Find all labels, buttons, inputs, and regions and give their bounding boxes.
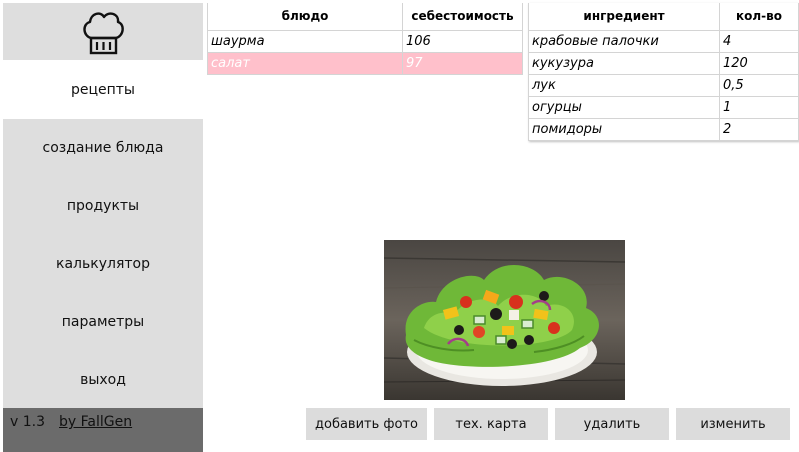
ingredient-qty-cell[interactable]: 0,5 <box>719 73 799 97</box>
nav-calculator[interactable]: калькулятор <box>3 235 203 293</box>
ingredient-qty-cell[interactable]: 2 <box>719 117 799 141</box>
ingredient-qty-cell[interactable]: 1 <box>719 95 799 119</box>
table-row[interactable]: лук 0,5 <box>528 73 799 97</box>
nav-create-dish[interactable]: создание блюда <box>3 119 203 177</box>
sidebar: рецепты создание блюда продукты калькуля… <box>3 3 203 452</box>
ingredient-qty-cell[interactable]: 4 <box>719 29 799 53</box>
nav-settings-label: параметры <box>61 314 145 330</box>
column-header-cost[interactable]: себестоимость <box>402 3 523 31</box>
edit-button[interactable]: изменить <box>676 408 790 440</box>
nav-products[interactable]: продукты <box>3 177 203 235</box>
ingredients-table-header: ингредиент кол-во <box>528 3 799 31</box>
nav-products-label: продукты <box>66 198 140 214</box>
app-window: рецепты создание блюда продукты калькуля… <box>0 0 799 452</box>
column-header-ingredient[interactable]: ингредиент <box>528 3 720 31</box>
column-header-dish[interactable]: блюдо <box>207 3 403 31</box>
delete-button[interactable]: удалить <box>555 408 669 440</box>
table-row[interactable]: помидоры 2 <box>528 117 799 141</box>
dish-name-cell[interactable]: салат <box>207 51 403 75</box>
dish-cost-cell[interactable]: 106 <box>402 29 523 53</box>
nav-exit-label: выход <box>80 372 126 388</box>
table-row[interactable]: крабовые палочки 4 <box>528 29 799 53</box>
nav-calculator-label: калькулятор <box>56 256 150 272</box>
dish-cost-cell[interactable]: 97 <box>402 51 523 75</box>
ingredient-name-cell[interactable]: лук <box>528 73 720 97</box>
ingredient-name-cell[interactable]: помидоры <box>528 117 720 141</box>
tech-card-button[interactable]: тех. карта <box>434 408 548 440</box>
table-row[interactable]: шаурма 106 <box>207 29 523 53</box>
add-photo-button[interactable]: добавить фото <box>306 408 427 440</box>
nav-recipes-label: рецепты <box>70 82 135 98</box>
table-row[interactable]: кукузура 120 <box>528 51 799 75</box>
author-link[interactable]: by FallGen <box>59 414 132 430</box>
dishes-table: блюдо себестоимость шаурма 106 салат 97 <box>207 3 523 75</box>
table-row-selected[interactable]: салат 97 <box>207 51 523 75</box>
ingredient-name-cell[interactable]: огурцы <box>528 95 720 119</box>
dishes-table-header: блюдо себестоимость <box>207 3 523 31</box>
ingredient-name-cell[interactable]: крабовые палочки <box>528 29 720 53</box>
nav-create-dish-label: создание блюда <box>42 140 164 156</box>
column-header-qty[interactable]: кол-во <box>719 3 799 31</box>
dish-photo <box>384 240 625 400</box>
table-row[interactable]: огурцы 1 <box>528 95 799 119</box>
salad-photo <box>384 240 625 400</box>
nav-exit[interactable]: выход <box>3 351 203 409</box>
ingredients-table: ингредиент кол-во крабовые палочки 4 кук… <box>528 3 799 141</box>
sidebar-footer: v 1.3 by FallGen <box>3 408 203 452</box>
nav-settings[interactable]: параметры <box>3 293 203 351</box>
nav-recipes[interactable]: рецепты <box>3 61 203 119</box>
ingredient-qty-cell[interactable]: 120 <box>719 51 799 75</box>
logo <box>3 3 203 60</box>
dish-name-cell[interactable]: шаурма <box>207 29 403 53</box>
ingredient-name-cell[interactable]: кукузура <box>528 51 720 75</box>
version-label: v 1.3 <box>10 414 45 430</box>
chef-hat-icon <box>83 11 124 54</box>
